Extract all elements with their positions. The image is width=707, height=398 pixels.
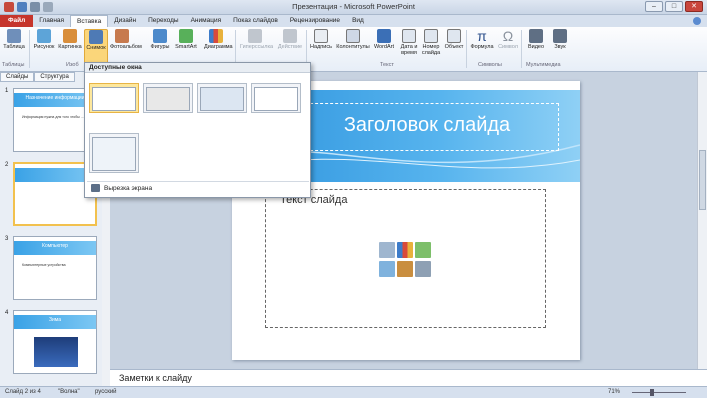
window-title: Презентация - Microsoft PowerPoint: [292, 2, 415, 11]
action-button[interactable]: Действие: [276, 29, 304, 50]
table-icon: [7, 29, 21, 43]
winter-image: [34, 337, 78, 367]
group-symbols: Символы: [478, 62, 502, 68]
slide-title[interactable]: Заголовок слайда: [296, 114, 558, 137]
group-text: Текст: [380, 62, 394, 68]
shapes-button[interactable]: Фигуры: [148, 29, 172, 50]
object-icon: [447, 29, 461, 43]
tab-outline[interactable]: Структура: [34, 72, 75, 82]
smartart-icon: [179, 29, 193, 43]
clipart-icon: [63, 29, 77, 43]
ribbon-tabs: Файл Главная Вставка Дизайн Переходы Ани…: [0, 15, 707, 27]
notes-pane[interactable]: Заметки к слайду: [110, 369, 707, 386]
screenshot-dropdown: Доступные окна Вырезка экрана: [84, 62, 311, 198]
textbox-button[interactable]: Надпись: [309, 29, 333, 50]
tab-transitions[interactable]: Переходы: [142, 15, 185, 27]
wordart-button[interactable]: WordArt: [372, 29, 396, 50]
shapes-icon: [153, 29, 167, 43]
screen-clipping-item[interactable]: Вырезка экрана: [91, 184, 152, 192]
tab-insert[interactable]: Вставка: [70, 15, 109, 27]
zoom-level[interactable]: 71%: [608, 389, 620, 395]
screenshot-icon: [89, 30, 103, 44]
hyperlink-icon: [248, 29, 262, 43]
picture-icon: [37, 29, 51, 43]
title-bar: Презентация - Microsoft PowerPoint – □ ✕: [0, 0, 707, 15]
object-button[interactable]: Объект: [442, 29, 466, 50]
slidenumber-button[interactable]: Номер слайда: [419, 29, 443, 56]
content-placeholder[interactable]: Текст слайда: [265, 189, 546, 328]
tab-slides[interactable]: Слайды: [0, 72, 35, 82]
zoom-knob[interactable]: [650, 389, 654, 396]
available-windows-header: Доступные окна: [85, 63, 310, 73]
notes-placeholder[interactable]: Заметки к слайду: [119, 373, 192, 383]
chart-icon: [209, 29, 223, 43]
video-button[interactable]: Видео: [524, 29, 548, 50]
title-placeholder[interactable]: Заголовок слайда: [295, 103, 559, 151]
slide-thumbnail-3[interactable]: 3 Компьютер Компьютерные устройства: [2, 234, 98, 302]
slide-counter: Слайд 2 из 4: [5, 389, 41, 395]
maximize-button[interactable]: □: [665, 1, 683, 12]
tab-home[interactable]: Главная: [33, 15, 70, 27]
status-bar: Слайд 2 из 4 "Волна" русский 71%: [0, 386, 707, 398]
content-icons: [379, 242, 433, 278]
insert-clipart-icon[interactable]: [397, 261, 413, 277]
pi-icon: π: [477, 28, 487, 44]
action-icon: [283, 29, 297, 43]
window-thumbnail-1[interactable]: [89, 83, 139, 113]
table-button[interactable]: Таблица: [2, 29, 26, 50]
window-thumbnail-5[interactable]: [89, 133, 139, 173]
speaker-icon: [553, 29, 567, 43]
hyperlink-button[interactable]: Гиперссылка: [240, 29, 273, 50]
screenshot-button[interactable]: Снимок: [84, 29, 108, 66]
datetime-button[interactable]: Дата и время: [397, 29, 421, 56]
zoom-slider[interactable]: [632, 392, 686, 393]
screen-clipping-icon: [91, 184, 100, 192]
photoalbum-button[interactable]: Фотоальбом: [110, 29, 142, 50]
picture-button[interactable]: Рисунок: [32, 29, 56, 50]
help-icon[interactable]: [693, 17, 701, 25]
wordart-icon: [377, 29, 391, 43]
tab-design[interactable]: Дизайн: [108, 15, 142, 27]
slidenumber-icon: [424, 29, 438, 43]
group-media: Мультимедиа: [526, 62, 561, 68]
tab-review[interactable]: Рецензирование: [284, 15, 346, 27]
window-thumbnail-2[interactable]: [143, 83, 193, 113]
equation-button[interactable]: π Формула: [470, 29, 494, 50]
tab-animation[interactable]: Анимация: [185, 15, 228, 27]
theme-name[interactable]: "Волна": [58, 389, 80, 395]
film-icon: [529, 29, 543, 43]
calendar-icon: [402, 29, 416, 43]
language[interactable]: русский: [95, 389, 117, 395]
tab-slideshow[interactable]: Показ слайдов: [227, 15, 284, 27]
insert-chart-icon[interactable]: [397, 242, 413, 258]
headerfooter-icon: [346, 29, 360, 43]
window-thumbnail-4[interactable]: [251, 83, 301, 113]
headerfooter-button[interactable]: Колонтитулы: [336, 29, 370, 50]
textbox-icon: [314, 29, 328, 43]
audio-button[interactable]: Звук: [548, 29, 572, 50]
tab-view[interactable]: Вид: [346, 15, 370, 27]
insert-smartart-icon[interactable]: [415, 242, 431, 258]
symbol-button[interactable]: Ω Символ: [496, 29, 520, 50]
clipart-button[interactable]: Картинка: [58, 29, 82, 50]
chart-button[interactable]: Диаграмма: [204, 29, 233, 50]
slide-thumbnail-4[interactable]: 4 Зима: [2, 308, 98, 376]
editor-scrollbar[interactable]: [697, 72, 707, 369]
close-button[interactable]: ✕: [685, 1, 703, 12]
group-images: Изоб: [66, 62, 79, 68]
omega-icon: Ω: [502, 28, 514, 44]
minimize-button[interactable]: –: [645, 1, 663, 12]
tab-file[interactable]: Файл: [0, 15, 34, 27]
insert-media-icon[interactable]: [415, 261, 431, 277]
group-tables: Таблицы: [2, 62, 25, 68]
window-thumbnail-3[interactable]: [197, 83, 247, 113]
smartart-button[interactable]: SmartArt: [174, 29, 198, 50]
insert-table-icon[interactable]: [379, 242, 395, 258]
insert-picture-icon[interactable]: [379, 261, 395, 277]
photoalbum-icon: [115, 29, 129, 43]
